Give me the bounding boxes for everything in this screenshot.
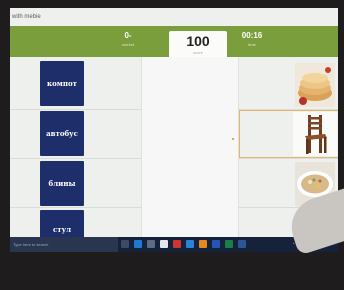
time-label: time [248, 42, 256, 47]
correct-label: correct [121, 42, 135, 47]
screen: with mebie 0- correct 100 score 00:16 ti… [10, 8, 338, 252]
edge-browser-icon[interactable] [134, 240, 142, 248]
drop-area[interactable]: ↖ [142, 57, 336, 237]
word-card-bliny[interactable]: блины [40, 161, 84, 206]
opera-icon[interactable] [173, 240, 181, 248]
row-divider [10, 158, 141, 159]
word-column: компот автобус блины стул [10, 57, 142, 252]
store-icon[interactable] [160, 240, 168, 248]
app-icon[interactable] [199, 240, 207, 248]
word-card-avtobus[interactable]: автобус [40, 111, 84, 156]
score-box: 100 score [169, 31, 227, 57]
score-label: score [193, 50, 203, 55]
word-icon[interactable] [212, 240, 220, 248]
pancakes-image[interactable] [295, 63, 335, 107]
file-explorer-icon[interactable] [147, 240, 155, 248]
row-divider [10, 109, 141, 110]
task-view-icon[interactable] [121, 240, 129, 248]
time-value: 00:16 [241, 31, 263, 40]
score-value: 100 [186, 33, 210, 49]
row-divider [239, 158, 338, 159]
row-divider [10, 207, 141, 208]
connector-dot[interactable] [232, 138, 234, 140]
excel-icon[interactable] [225, 240, 233, 248]
game-header: 0- correct 100 score 00:16 time [10, 26, 338, 57]
chair-image[interactable] [293, 112, 337, 156]
taskbar: Type here to search ^ ⊕ ⊖ ⊙ [10, 237, 338, 252]
game-board: компот автобус блины стул ↖ [10, 57, 338, 252]
app-icon[interactable] [238, 240, 246, 248]
word-card-kompot[interactable]: компот [40, 61, 84, 106]
taskbar-search-input[interactable]: Type here to search [10, 237, 118, 252]
timer: 00:16 time [232, 30, 272, 47]
correct-value: 0- [124, 31, 132, 40]
window-title: with mebie [10, 8, 338, 26]
correct-counter: 0- correct [108, 30, 148, 47]
mail-icon[interactable] [186, 240, 194, 248]
